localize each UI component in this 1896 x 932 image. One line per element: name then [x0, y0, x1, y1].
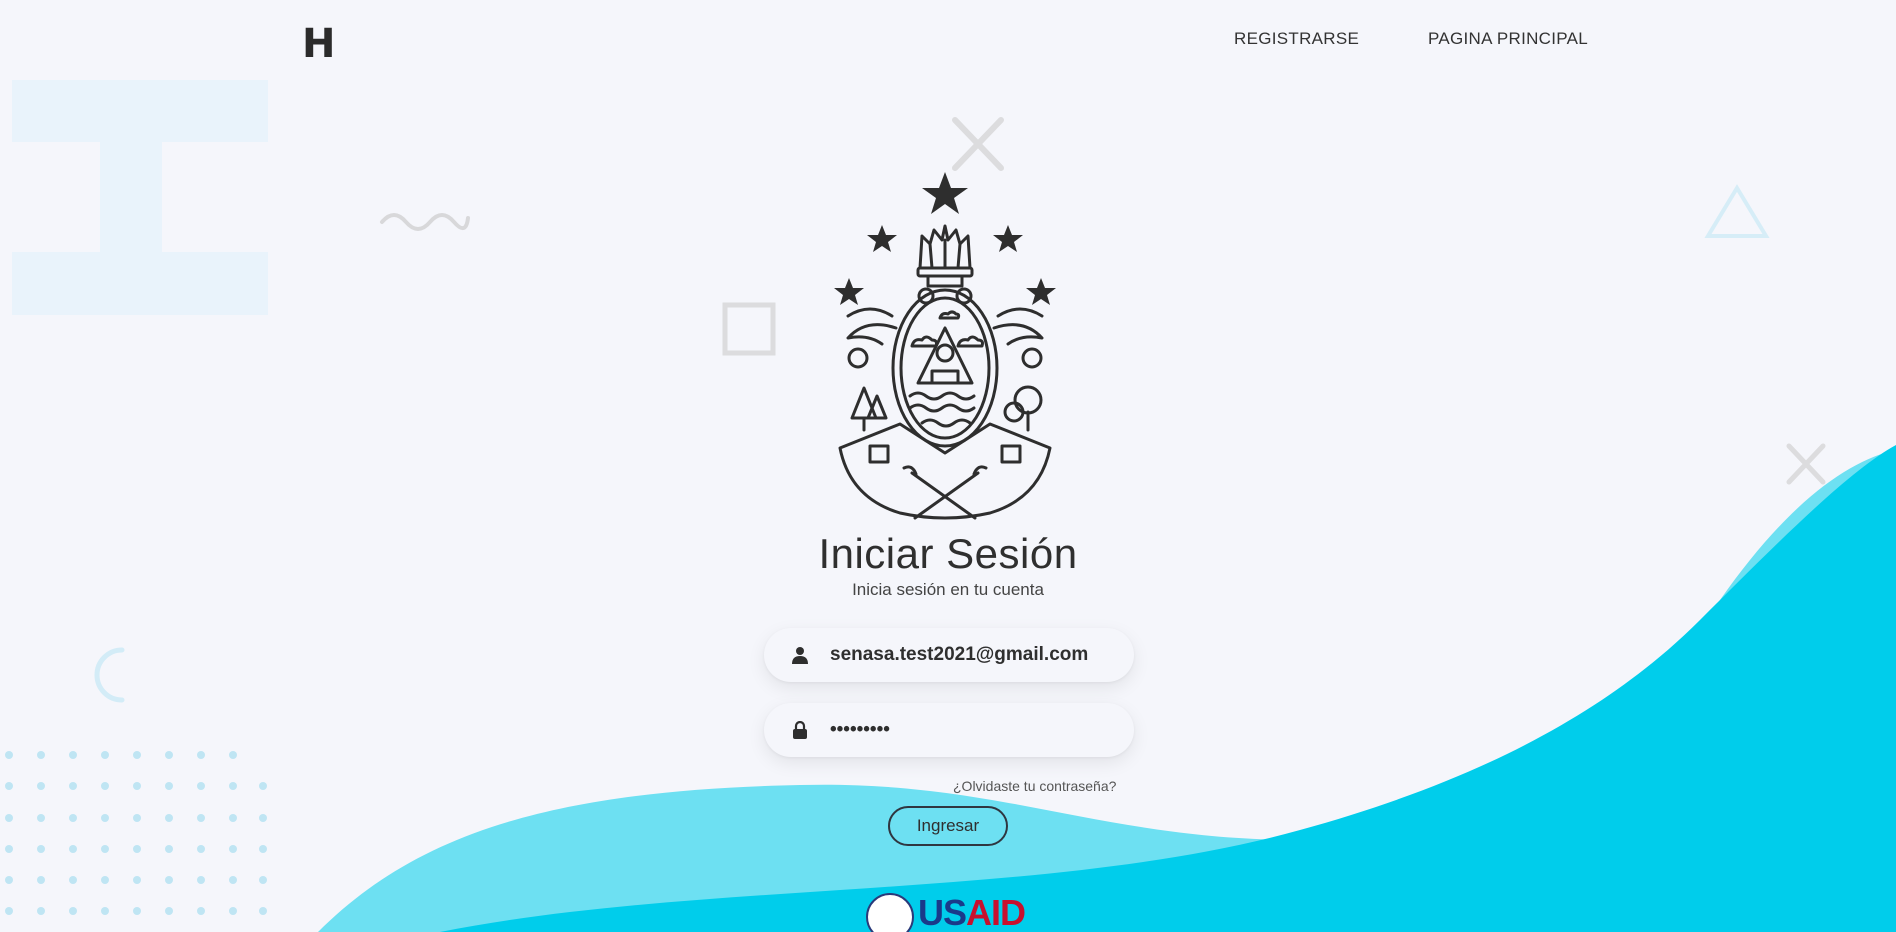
usaid-seal-icon — [866, 893, 914, 932]
honduras-coat-of-arms-icon — [834, 172, 1056, 520]
decorative-letter-i-shape — [12, 80, 268, 315]
login-page: H REGISTRARSE PAGINA PRINCIPAL Iniciar S… — [0, 0, 1896, 932]
password-input[interactable] — [830, 719, 1120, 741]
usaid-logo: USAID — [866, 892, 1026, 932]
brand-logo[interactable]: H — [302, 24, 335, 64]
wave-light — [318, 450, 1896, 932]
lock-icon — [790, 720, 810, 740]
decorative-square-icon — [722, 302, 776, 356]
decorative-dot-grid — [5, 751, 267, 915]
email-input[interactable] — [830, 644, 1120, 666]
usaid-wordmark: USAID — [918, 892, 1026, 932]
decorative-x-icon — [952, 117, 1004, 171]
page-title: Iniciar Sesión — [818, 530, 1078, 577]
page-subtitle: Inicia sesión en tu cuenta — [852, 580, 1044, 599]
password-field-container[interactable] — [764, 703, 1134, 757]
decorative-triangle-icon — [1704, 184, 1770, 238]
wave-dark — [440, 445, 1896, 932]
decorative-x-right-icon — [1786, 443, 1826, 485]
decorative-arc-icon — [94, 647, 125, 703]
user-icon — [790, 645, 810, 665]
nav-home-link[interactable]: PAGINA PRINCIPAL — [1428, 29, 1588, 49]
login-submit-button[interactable]: Ingresar — [888, 806, 1008, 846]
email-field-container[interactable] — [764, 628, 1134, 682]
decorative-squiggle-icon — [380, 213, 470, 231]
forgot-password-link[interactable]: ¿Olvidaste tu contraseña? — [953, 778, 1116, 794]
nav-register-link[interactable]: REGISTRARSE — [1234, 29, 1359, 49]
